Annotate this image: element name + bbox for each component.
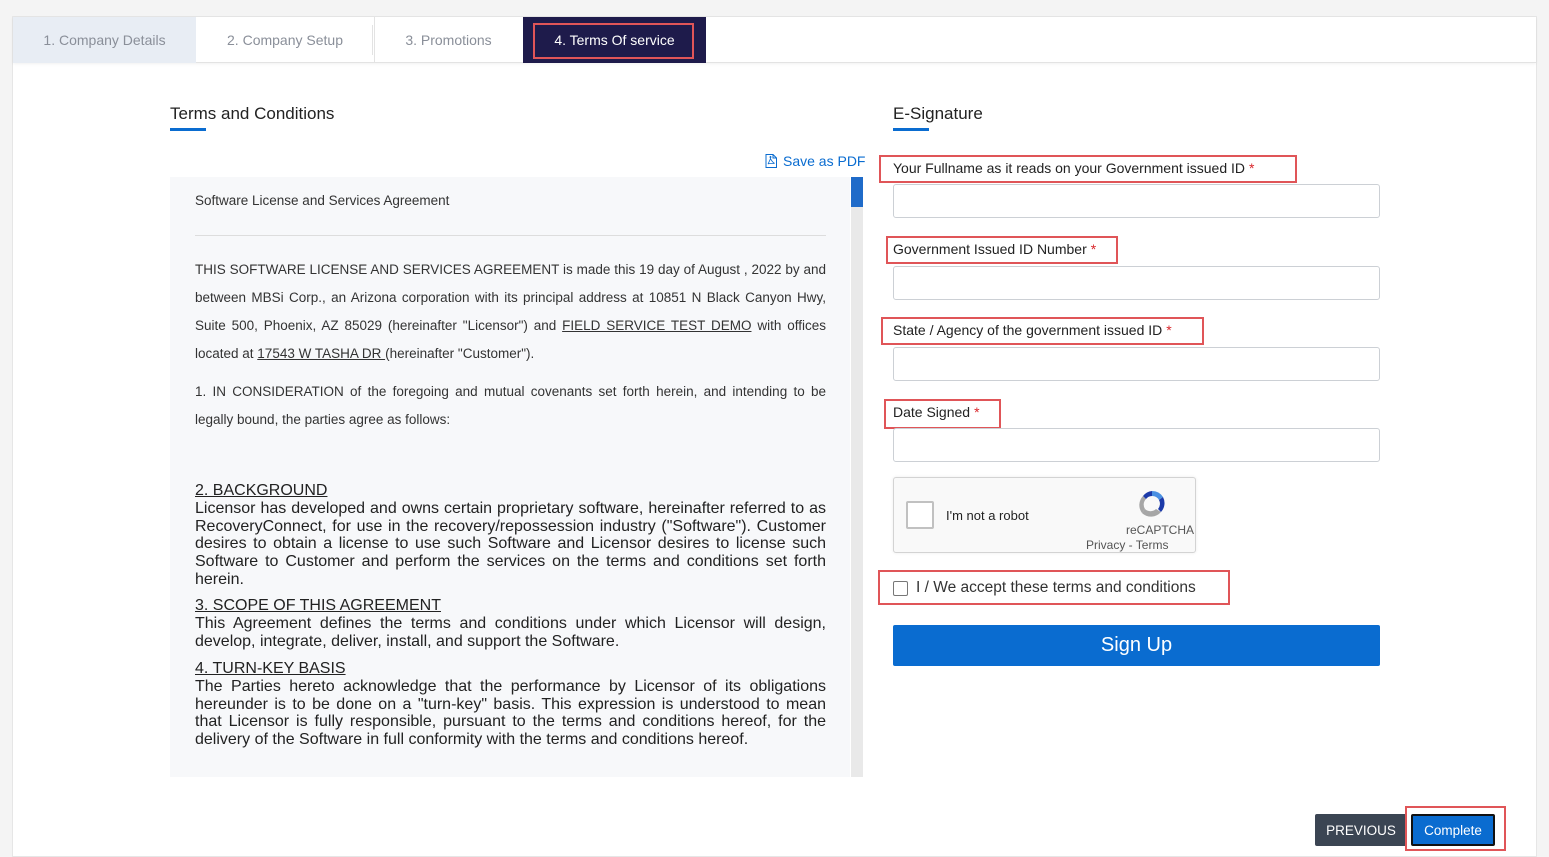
section-heading: 4. TURN-KEY BASIS xyxy=(195,660,346,677)
id-number-input[interactable] xyxy=(893,266,1380,300)
tab-label: 3. Promotions xyxy=(405,32,492,48)
stepper-tabs: 1. Company Details 2. Company Setup 3. P… xyxy=(13,17,1536,63)
id-state-input[interactable] xyxy=(893,347,1380,381)
date-signed-input[interactable] xyxy=(893,428,1380,462)
wizard-card: 1. Company Details 2. Company Setup 3. P… xyxy=(12,16,1537,857)
save-pdf-label: Save as PDF xyxy=(783,153,866,169)
accept-terms[interactable]: I / We accept these terms and conditions xyxy=(893,579,1196,597)
label-text: Government Issued ID Number xyxy=(893,241,1087,257)
previous-button[interactable]: PREVIOUS xyxy=(1315,814,1407,846)
pdf-icon xyxy=(765,154,777,168)
title-underline xyxy=(893,128,929,131)
recaptcha-widget: I'm not a robot reCAPTCHA Privacy - Term… xyxy=(893,477,1196,553)
fullname-input[interactable] xyxy=(893,184,1380,218)
label-text: Date Signed xyxy=(893,404,971,420)
agreement-scroll-area[interactable]: Software License and Services Agreement … xyxy=(170,177,850,777)
date-signed-label: Date Signed * xyxy=(893,404,980,420)
divider xyxy=(195,235,826,236)
required-mark: * xyxy=(1249,160,1255,176)
agreement-section: 3. SCOPE OF THIS AGREEMENT This Agreement… xyxy=(195,597,826,650)
recaptcha-checkbox[interactable] xyxy=(906,501,934,529)
customer-address: 17543 W TASHA DR xyxy=(257,346,386,361)
scrollbar-thumb[interactable] xyxy=(851,177,863,207)
title-underline xyxy=(170,128,206,131)
tab-divider xyxy=(372,25,373,55)
required-mark: * xyxy=(1090,241,1097,257)
intro-text: (hereinafter "Customer"). xyxy=(385,346,535,361)
agreement-section: 2. BACKGROUND Licensor has developed and … xyxy=(195,482,826,589)
esignature-title: E-Signature xyxy=(893,104,983,123)
agreement-scrollbar[interactable] xyxy=(851,177,863,777)
tab-company-details[interactable]: 1. Company Details xyxy=(13,17,196,63)
customer-name: FIELD SERVICE TEST DEMO xyxy=(562,318,752,333)
section-heading: 2. BACKGROUND xyxy=(195,482,328,499)
accept-terms-checkbox[interactable] xyxy=(893,580,908,596)
accept-terms-label: I / We accept these terms and conditions xyxy=(916,579,1196,596)
tab-label: 1. Company Details xyxy=(43,32,166,48)
recaptcha-links[interactable]: Privacy - Terms xyxy=(1086,538,1168,552)
complete-button[interactable]: Complete xyxy=(1411,814,1495,846)
section-heading: 3. SCOPE OF THIS AGREEMENT xyxy=(195,597,441,614)
fullname-label: Your Fullname as it reads on your Govern… xyxy=(893,160,1254,176)
save-pdf-link[interactable]: Save as PDF xyxy=(765,153,865,169)
sign-up-button[interactable]: Sign Up xyxy=(893,625,1380,666)
agreement-consideration: 1. IN CONSIDERATION of the foregoing and… xyxy=(195,384,826,427)
agreement-section: 4. TURN-KEY BASIS The Parties hereto ackn… xyxy=(195,660,826,749)
id-state-label: State / Agency of the government issued … xyxy=(893,322,1172,338)
tab-label: 4. Terms Of service xyxy=(554,32,675,48)
tab-company-setup[interactable]: 2. Company Setup xyxy=(197,17,373,63)
section-body: The Parties hereto acknowledge that the … xyxy=(195,677,826,749)
tab-label: 2. Company Setup xyxy=(227,32,343,48)
required-mark: * xyxy=(1166,322,1172,338)
required-mark: * xyxy=(974,404,980,420)
label-text: State / Agency of the government issued … xyxy=(893,322,1163,338)
tab-terms-of-service[interactable]: 4. Terms Of service xyxy=(523,17,706,63)
agreement-intro: THIS SOFTWARE LICENSE AND SERVICES AGREE… xyxy=(195,256,826,368)
terms-title: Terms and Conditions xyxy=(170,104,335,123)
section-body: Licensor has developed and owns certain … xyxy=(195,499,826,588)
recaptcha-logo-icon xyxy=(1139,490,1165,517)
id-number-label: Government Issued ID Number * xyxy=(893,241,1096,257)
section-body: This Agreement defines the terms and con… xyxy=(195,614,826,650)
tab-promotions[interactable]: 3. Promotions xyxy=(374,17,522,63)
recaptcha-label: I'm not a robot xyxy=(946,508,1029,523)
label-text: Your Fullname as it reads on your Govern… xyxy=(893,160,1245,176)
recaptcha-brand: reCAPTCHA xyxy=(1126,523,1195,537)
agreement-title: Software License and Services Agreement xyxy=(195,193,450,208)
